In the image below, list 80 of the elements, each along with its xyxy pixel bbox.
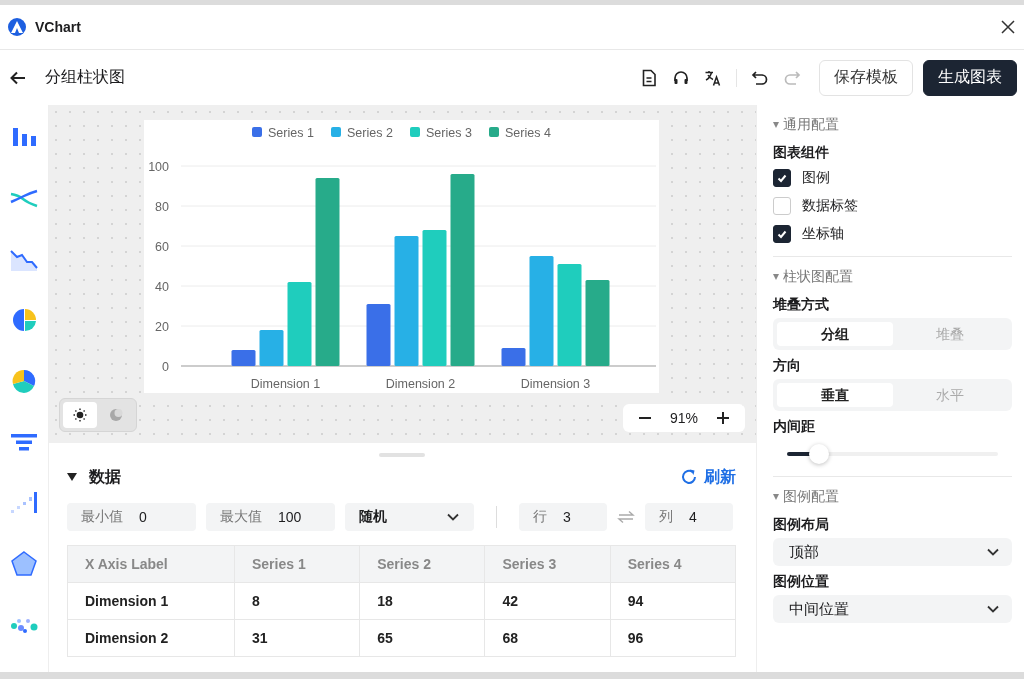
setting-label: 方向: [773, 357, 802, 375]
checkbox-label: 坐标轴: [802, 225, 844, 243]
slider-thumb[interactable]: [808, 444, 829, 464]
max-value-field[interactable]: 最大值 100: [206, 503, 335, 531]
y-tick-label: 60: [155, 239, 169, 254]
select-dropdown[interactable]: 顶部: [773, 538, 1012, 566]
legend-label[interactable]: Series 3: [426, 125, 472, 140]
section-title: 图例配置: [783, 488, 839, 506]
headset-icon[interactable]: [672, 68, 690, 87]
save-template-button[interactable]: 保存模板: [819, 59, 913, 96]
pentagon-icon[interactable]: [10, 550, 38, 578]
zoom-level: 91%: [669, 410, 698, 426]
table-cell[interactable]: 8: [234, 582, 360, 620]
refresh-icon: [680, 468, 698, 486]
checkmark-icon: [776, 172, 788, 184]
table-cell[interactable]: 94: [610, 582, 736, 620]
section-title: 柱状图配置: [783, 268, 853, 286]
refresh-button[interactable]: 刷新: [680, 466, 736, 488]
moon-icon: [109, 408, 123, 422]
y-tick-label: 0: [162, 359, 169, 374]
section-title: 通用配置: [783, 116, 839, 134]
mode-dropdown[interactable]: 随机: [345, 503, 474, 531]
page-title: 分组柱状图: [45, 67, 125, 87]
columns-field[interactable]: 列 4: [645, 503, 733, 531]
setting-label: 内间距: [773, 418, 816, 436]
legend-label[interactable]: Series 2: [347, 125, 393, 140]
section-title: 数据: [89, 466, 121, 487]
bar: [366, 304, 391, 366]
column-header: X Axis Label: [67, 545, 235, 583]
segment-option[interactable]: 分组: [777, 322, 893, 346]
table-cell[interactable]: Dimension 2: [67, 619, 235, 657]
column-header: Series 2: [359, 545, 485, 583]
translate-icon[interactable]: [704, 68, 722, 87]
checkmark-icon: [776, 228, 788, 240]
setting-label: 图表组件: [773, 144, 830, 162]
min-value-field[interactable]: 最小值 0: [67, 503, 196, 531]
table-cell[interactable]: 18: [359, 582, 485, 620]
setting-label: 图例布局: [773, 516, 830, 534]
y-tick-label: 20: [155, 319, 169, 334]
pie-chart-icon[interactable]: [10, 367, 38, 395]
checkbox[interactable]: [773, 225, 791, 243]
light-mode-button[interactable]: [63, 402, 97, 428]
logo-icon: [7, 17, 27, 37]
document-icon[interactable]: [640, 68, 658, 87]
zoom-in-icon[interactable]: [716, 411, 730, 425]
checkbox[interactable]: [773, 169, 791, 187]
collapse-triangle-icon[interactable]: [67, 473, 77, 481]
column-header: Series 4: [610, 545, 736, 583]
sun-icon: [73, 408, 87, 422]
select-dropdown[interactable]: 中间位置: [773, 595, 1012, 623]
bar: [501, 348, 526, 366]
segment-option[interactable]: 垂直: [777, 383, 893, 407]
table-cell[interactable]: 42: [484, 582, 611, 620]
table-cell[interactable]: 96: [610, 619, 736, 657]
y-tick-label: 80: [155, 199, 169, 214]
setting-label: 图例位置: [773, 573, 830, 591]
table-cell[interactable]: Dimension 1: [67, 582, 235, 620]
rows-field[interactable]: 行 3: [519, 503, 607, 531]
table-cell[interactable]: 68: [484, 619, 611, 657]
pie-chart-icon[interactable]: [10, 306, 38, 334]
y-tick-label: 40: [155, 279, 169, 294]
x-tick-label: Dimension 2: [385, 377, 456, 391]
column-header: Series 3: [484, 545, 611, 583]
setting-label: 堆叠方式: [773, 296, 830, 314]
bar: [231, 350, 256, 366]
table-cell[interactable]: 31: [234, 619, 360, 657]
generate-button[interactable]: 生成图表: [923, 59, 1017, 96]
x-tick-label: Dimension 1: [250, 377, 321, 391]
close-icon[interactable]: [1000, 19, 1016, 35]
legend-label[interactable]: Series 4: [505, 125, 551, 140]
column-header: Series 1: [234, 545, 360, 583]
window-title: VChart: [35, 19, 81, 35]
x-tick-label: Dimension 3: [520, 377, 591, 391]
checkbox-label: 数据标签: [802, 197, 858, 215]
undo-icon[interactable]: [751, 68, 769, 87]
bar: [259, 330, 284, 366]
checkbox-label: 图例: [802, 169, 830, 187]
y-tick-label: 100: [148, 159, 169, 174]
legend-label[interactable]: Series 1: [268, 125, 314, 140]
table-cell[interactable]: 65: [359, 619, 485, 657]
